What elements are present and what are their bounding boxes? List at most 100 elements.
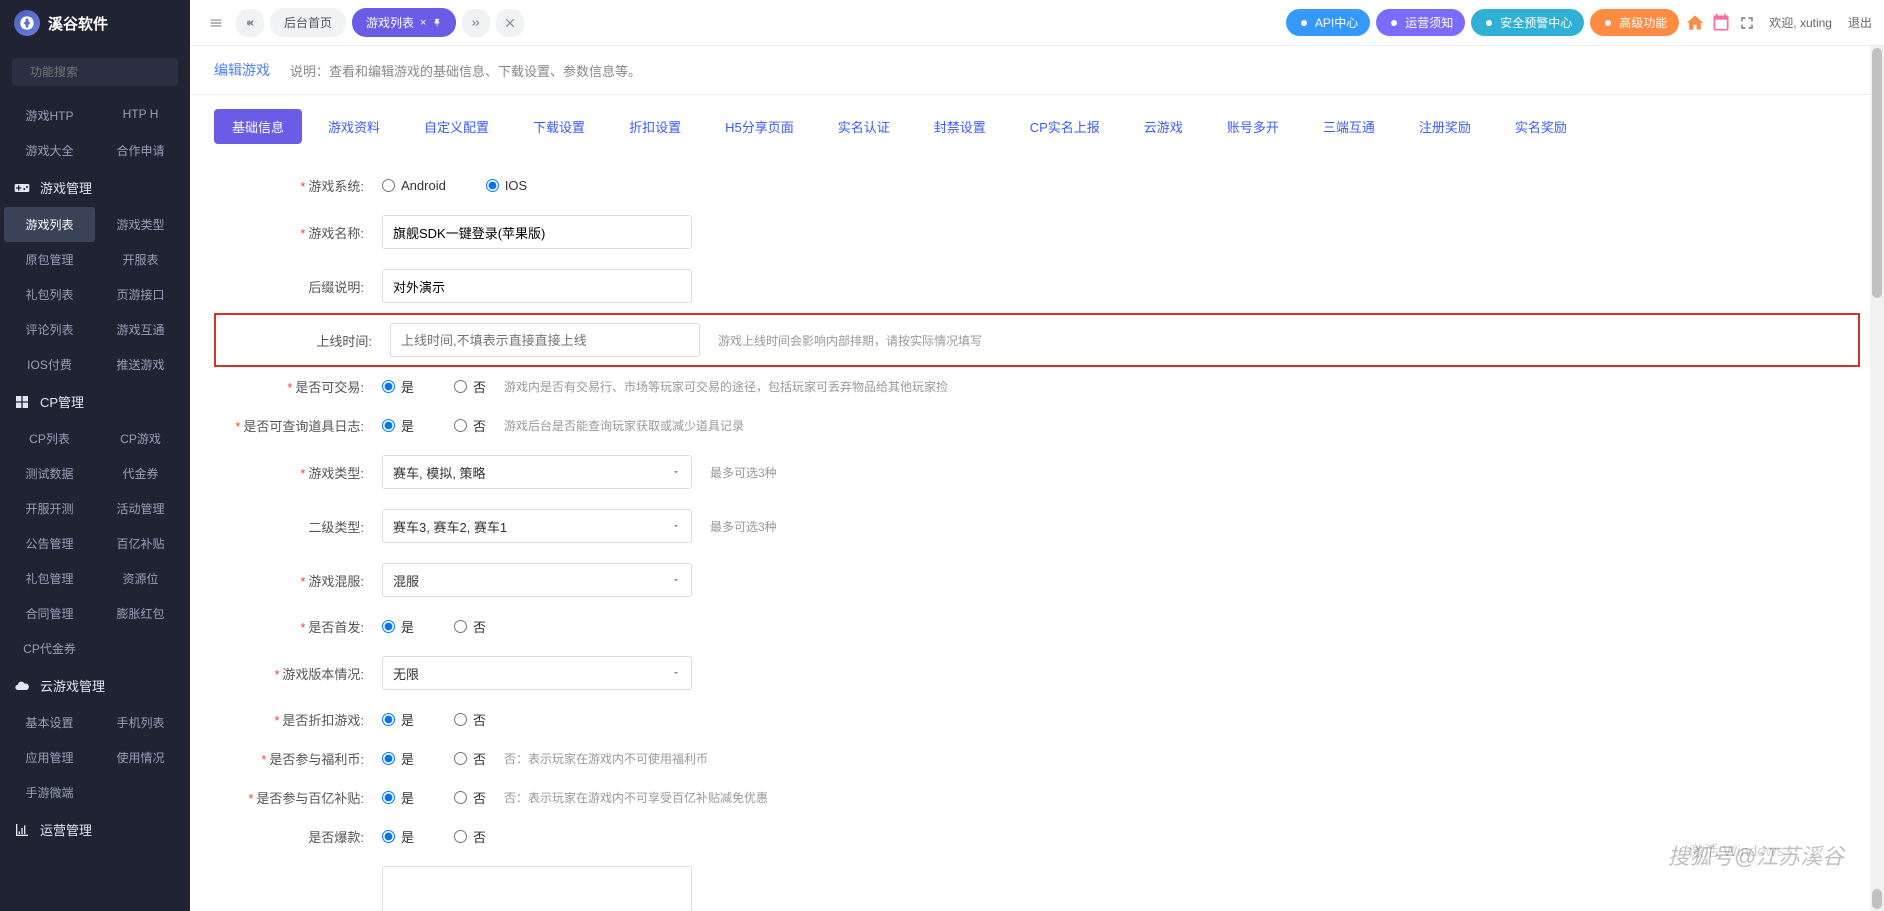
sidebar-search[interactable]: [12, 58, 178, 86]
online-time-input[interactable]: [390, 323, 700, 357]
radio-option[interactable]: Android: [382, 178, 446, 193]
radio-option[interactable]: 是: [382, 749, 414, 768]
sidebar-item[interactable]: HTP H: [95, 98, 186, 133]
sidebar-item[interactable]: 游戏HTP: [4, 98, 95, 133]
sidebar-item[interactable]: 测试数据: [4, 456, 95, 491]
form-tab[interactable]: 云游戏: [1126, 109, 1201, 144]
form-row: *是否折扣游戏: 是 否: [214, 700, 1860, 739]
radio-option[interactable]: 是: [382, 827, 414, 846]
suffix-input[interactable]: [382, 269, 692, 303]
sidebar-item[interactable]: 游戏列表: [4, 207, 95, 242]
sidebar-item[interactable]: 页游接口: [95, 277, 186, 312]
nav-section-header[interactable]: CP管理: [0, 382, 190, 421]
radio-option[interactable]: IOS: [486, 178, 527, 193]
sidebar-item[interactable]: 手游微端: [4, 775, 95, 810]
mixserver-select[interactable]: 混服: [382, 563, 692, 597]
form-tab[interactable]: 注册奖励: [1401, 109, 1489, 144]
collapse-sidebar-icon[interactable]: [202, 9, 230, 37]
sidebar-item[interactable]: 合作申请: [95, 133, 186, 168]
nav-section-header[interactable]: 游戏管理: [0, 168, 190, 207]
form-tab[interactable]: 实名认证: [820, 109, 908, 144]
sidebar-item[interactable]: CP列表: [4, 421, 95, 456]
scrollbar[interactable]: [1870, 46, 1884, 911]
tab-active[interactable]: 游戏列表 ×: [352, 8, 456, 37]
sidebar-item[interactable]: 推送游戏: [95, 347, 186, 382]
sidebar-item[interactable]: 百亿补贴: [95, 526, 186, 561]
sidebar-item[interactable]: 原包管理: [4, 242, 95, 277]
sidebar-item[interactable]: 礼包列表: [4, 277, 95, 312]
version-select[interactable]: 无限: [382, 656, 692, 690]
form-tab[interactable]: 基础信息: [214, 109, 302, 144]
form-row: *游戏类型:赛车, 模拟, 策略最多可选3种: [214, 445, 1860, 499]
radio-option[interactable]: 否: [454, 710, 486, 729]
radio-option[interactable]: 否: [454, 416, 486, 435]
radio-option[interactable]: 是: [382, 788, 414, 807]
next-tab-icon[interactable]: [462, 9, 490, 37]
nav-section-header[interactable]: 运营管理: [0, 810, 190, 849]
gametype-select[interactable]: 赛车, 模拟, 策略: [382, 455, 692, 489]
pin-icon[interactable]: [432, 18, 442, 28]
logout-link[interactable]: 退出: [1848, 14, 1872, 31]
tab-home[interactable]: 后台首页: [270, 8, 346, 37]
form-tab[interactable]: 折扣设置: [611, 109, 699, 144]
form-tab[interactable]: 游戏资料: [310, 109, 398, 144]
topbar-pill[interactable]: API中心: [1286, 9, 1370, 36]
radio-option[interactable]: 否: [454, 377, 486, 396]
sidebar-item[interactable]: 基本设置: [4, 705, 95, 740]
sidebar-item[interactable]: IOS付费: [4, 347, 95, 382]
sidebar-item[interactable]: 代金券: [95, 456, 186, 491]
game-name-input[interactable]: [382, 215, 692, 249]
sidebar-item[interactable]: 公告管理: [4, 526, 95, 561]
sidebar-item[interactable]: 开服表: [95, 242, 186, 277]
form-tab[interactable]: 封禁设置: [916, 109, 1004, 144]
prev-tab-icon[interactable]: [236, 9, 264, 37]
rebate-listbox[interactable]: 元宝返利活动单日充值金额: [382, 866, 692, 911]
sidebar-item[interactable]: CP代金券: [4, 631, 95, 666]
form-label: *是否折扣游戏:: [214, 710, 364, 729]
sidebar-item[interactable]: 评论列表: [4, 312, 95, 347]
form-row: *是否首发:是否: [214, 607, 1860, 646]
radio-option[interactable]: 否: [454, 749, 486, 768]
sidebar-item[interactable]: CP游戏: [95, 421, 186, 456]
form-tab[interactable]: 三端互通: [1305, 109, 1393, 144]
form-tab[interactable]: H5分享页面: [707, 109, 812, 144]
scrollbar-thumb-bottom[interactable]: [1872, 889, 1882, 909]
sidebar-item[interactable]: 资源位: [95, 561, 186, 596]
scrollbar-thumb[interactable]: [1872, 48, 1882, 298]
close-all-icon[interactable]: [496, 9, 524, 37]
close-icon[interactable]: ×: [420, 17, 426, 29]
calendar-icon[interactable]: [1711, 13, 1731, 33]
sidebar-item[interactable]: 应用管理: [4, 740, 95, 775]
topbar-pill[interactable]: 安全预警中心: [1471, 9, 1584, 36]
sidebar-item[interactable]: 游戏大全: [4, 133, 95, 168]
form-tab[interactable]: 自定义配置: [406, 109, 507, 144]
logo-icon: [14, 10, 40, 36]
nav-section-header[interactable]: 云游戏管理: [0, 666, 190, 705]
sidebar-item[interactable]: 膨胀红包: [95, 596, 186, 631]
sidebar-item[interactable]: 游戏互通: [95, 312, 186, 347]
subtype-select[interactable]: 赛车3, 赛车2, 赛车1: [382, 509, 692, 543]
radio-option[interactable]: 否: [454, 827, 486, 846]
topbar-pill[interactable]: 高级功能: [1590, 9, 1679, 36]
radio-option[interactable]: 是: [382, 377, 414, 396]
fullscreen-icon[interactable]: [1737, 13, 1757, 33]
radio-option[interactable]: 是: [382, 416, 414, 435]
home-icon[interactable]: [1685, 13, 1705, 33]
form-tab[interactable]: 账号多开: [1209, 109, 1297, 144]
topbar-pill[interactable]: 运营须知: [1376, 9, 1465, 36]
sidebar-item[interactable]: 礼包管理: [4, 561, 95, 596]
sidebar-item[interactable]: 开服开测: [4, 491, 95, 526]
radio-option[interactable]: 是: [382, 710, 414, 729]
form-tab[interactable]: CP实名上报: [1012, 109, 1118, 144]
form-tab[interactable]: 实名奖励: [1497, 109, 1585, 144]
search-input[interactable]: [30, 65, 185, 79]
form-tab[interactable]: 下载设置: [515, 109, 603, 144]
sidebar-item[interactable]: 手机列表: [95, 705, 186, 740]
sidebar-item[interactable]: 活动管理: [95, 491, 186, 526]
sidebar-item[interactable]: 合同管理: [4, 596, 95, 631]
sidebar-item[interactable]: 使用情况: [95, 740, 186, 775]
radio-option[interactable]: 否: [454, 617, 486, 636]
sidebar-item[interactable]: 游戏类型: [95, 207, 186, 242]
radio-option[interactable]: 是: [382, 617, 414, 636]
radio-option[interactable]: 否: [454, 788, 486, 807]
